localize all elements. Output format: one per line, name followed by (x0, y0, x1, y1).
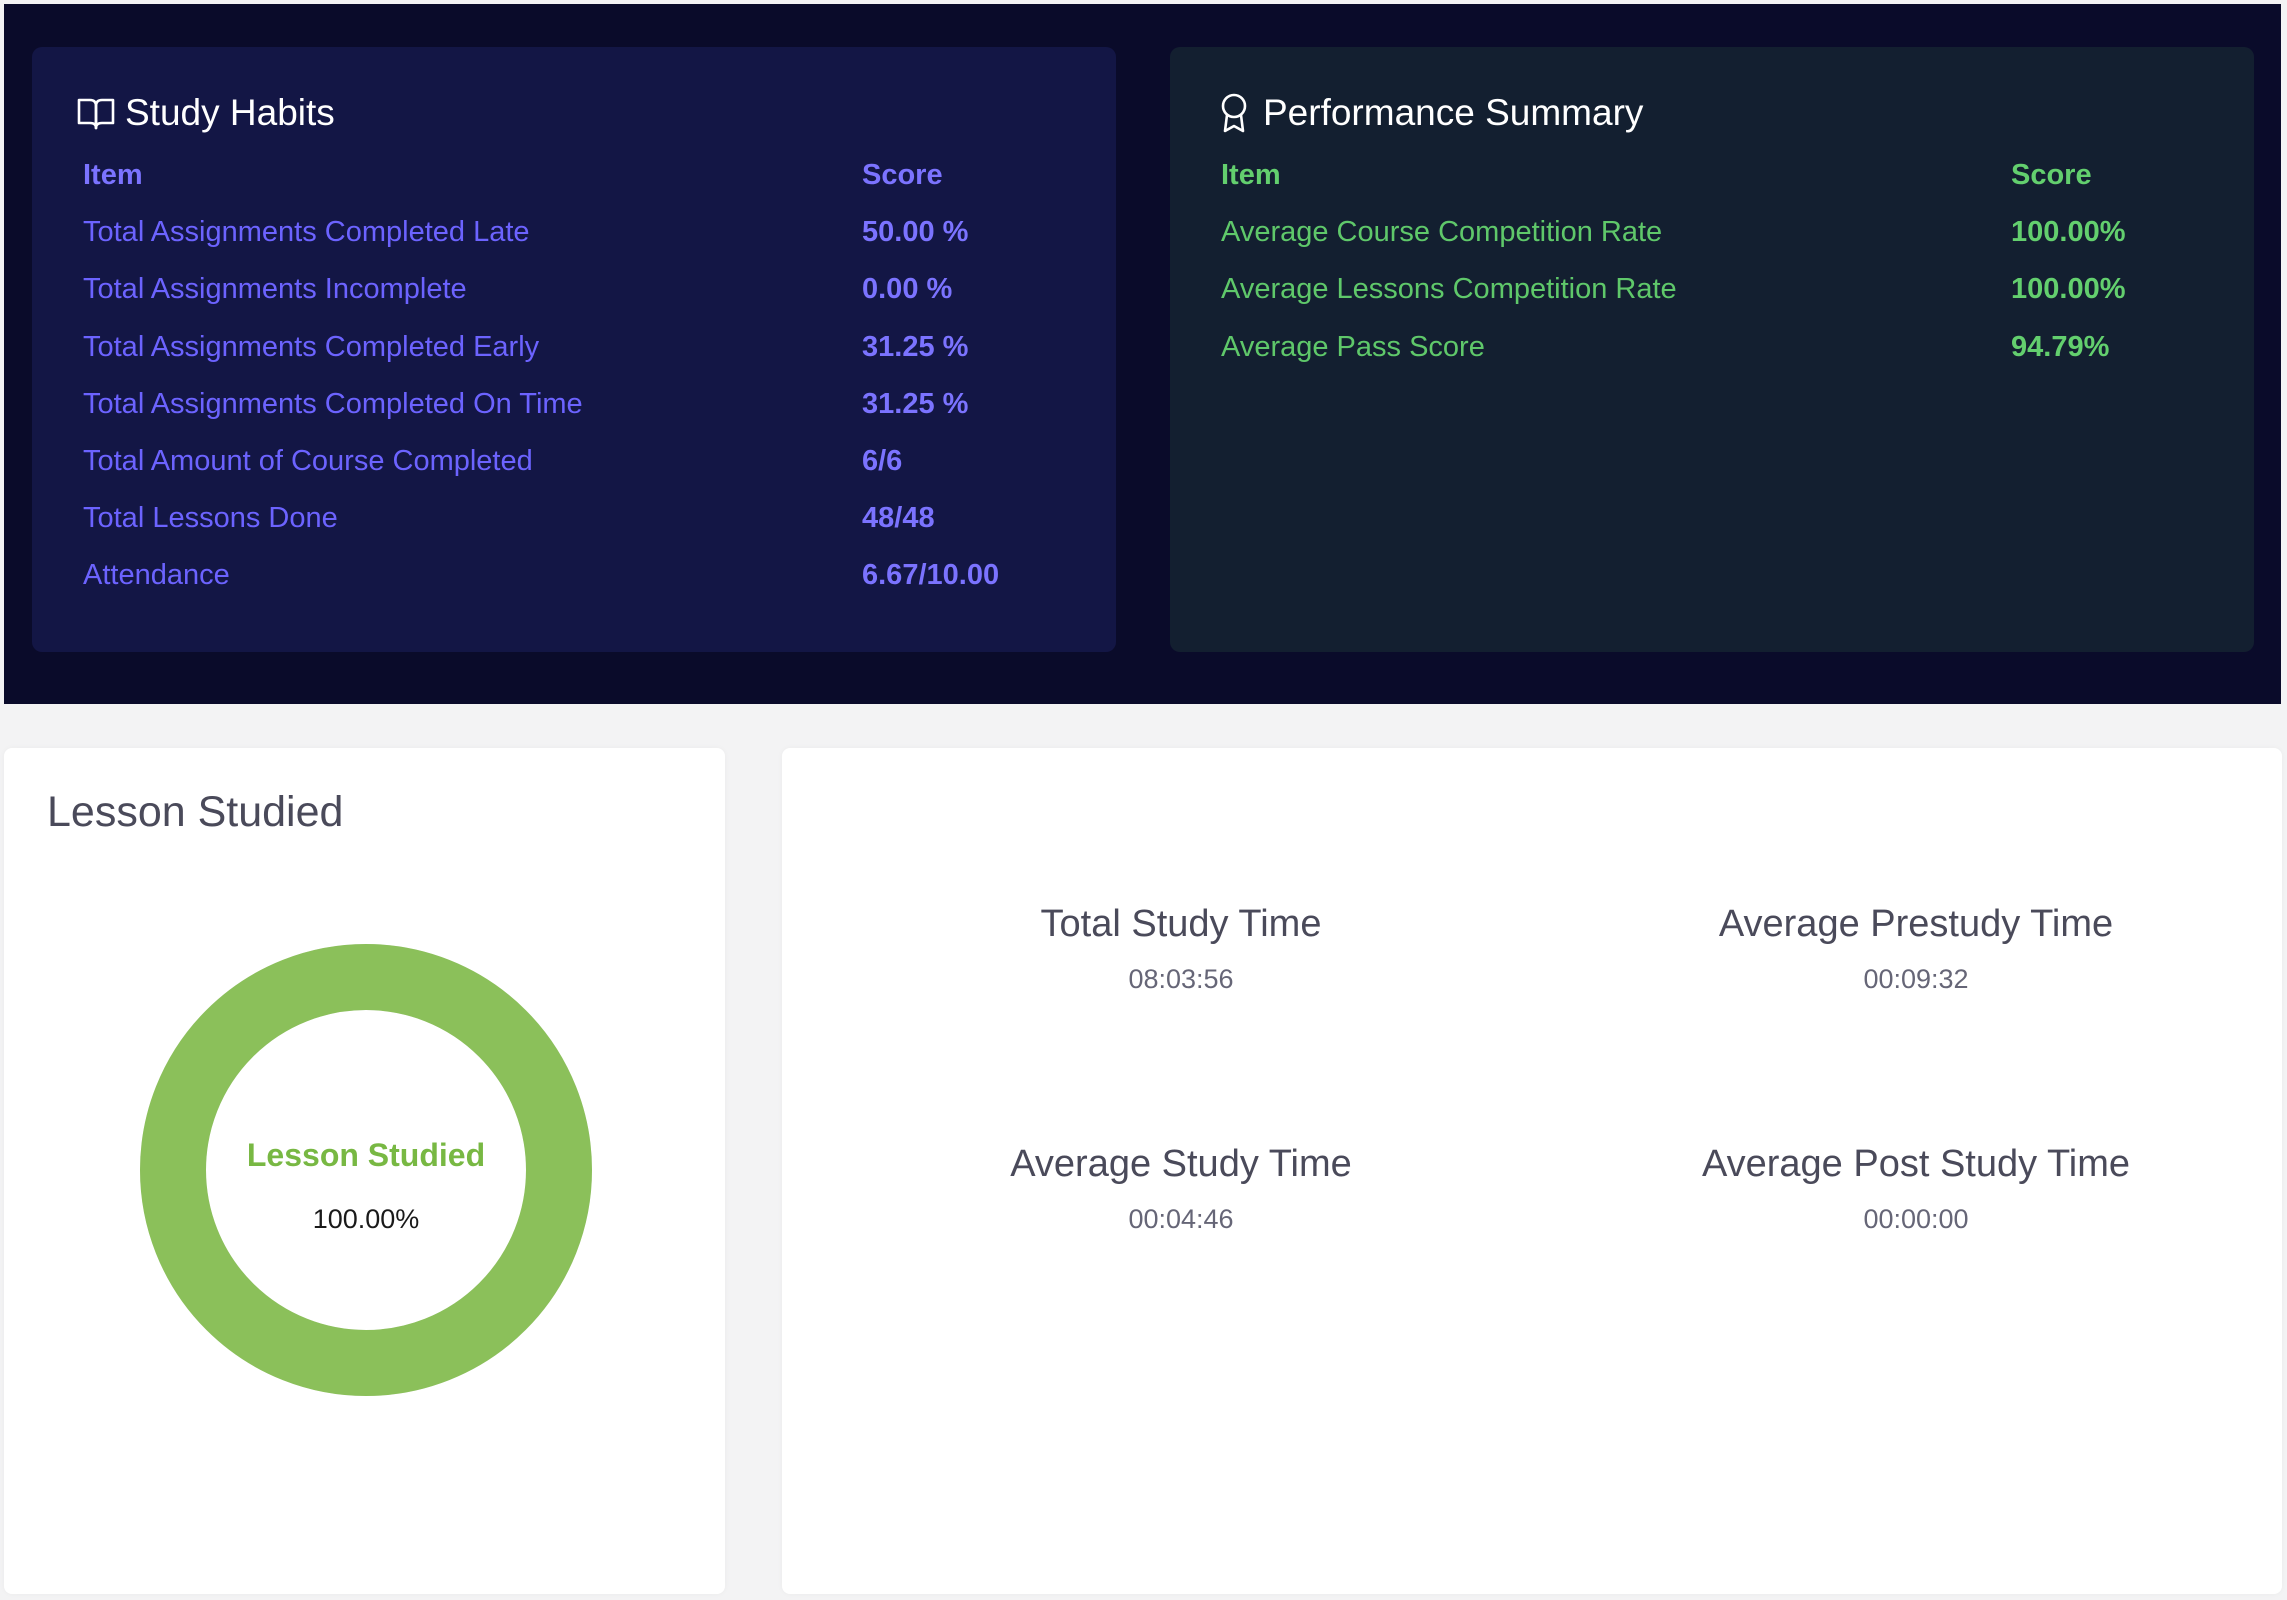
row-score: 100.00% (2011, 216, 2126, 249)
stat-label: Average Post Study Time (1701, 1143, 2131, 1185)
row-item: Average Pass Score (1221, 330, 1485, 363)
study-habits-title-text: Study Habits (125, 92, 335, 133)
stat-value: 00:00:00 (1863, 1204, 1969, 1234)
column-header-score: Score (862, 159, 943, 191)
total-study-time: Total Study Time 08:03:56 (871, 903, 1491, 995)
table-row: Total Lessons Done 48/48 (83, 502, 1083, 559)
summary-band: Study Habits Item Score Total Assignment… (4, 4, 2281, 704)
stat-label: Average Prestudy Time (1718, 903, 2114, 945)
row-item: Total Assignments Completed On Time (83, 387, 583, 420)
stat-value: 08:03:56 (1128, 964, 1234, 994)
row-item: Average Lessons Competition Rate (1221, 273, 1677, 306)
column-header-item: Item (83, 159, 143, 191)
row-item: Average Course Competition Rate (1221, 216, 1663, 249)
row-item: Total Assignments Incomplete (83, 273, 467, 306)
donut-center-value: 100.00% (312, 1204, 420, 1234)
row-score: 6/6 (862, 444, 903, 477)
stat-value: 00:04:46 (1128, 1204, 1234, 1234)
table-header: Item Score (1221, 159, 2221, 216)
study-habits-title: Study Habits (75, 92, 335, 134)
table-row: Total Assignments Completed On Time 31.2… (83, 388, 1083, 445)
row-score: 6.67/10.00 (862, 559, 1000, 592)
row-score: 31.25 % (862, 387, 969, 420)
column-header-item: Item (1221, 159, 1281, 191)
column-header-score: Score (2011, 159, 2092, 191)
table-row: Attendance 6.67/10.00 (83, 559, 1083, 616)
average-prestudy-time: Average Prestudy Time 00:09:32 (1606, 903, 2226, 995)
stat-label: Total Study Time (1040, 903, 1322, 945)
table-row: Total Assignments Completed Late 50.00 % (83, 216, 1083, 273)
row-item: Total Lessons Done (83, 502, 338, 535)
table-row: Average Course Competition Rate 100.00% (1221, 216, 2221, 273)
table-row: Total Assignments Incomplete 0.00 % (83, 273, 1083, 330)
stat-label: Average Study Time (1010, 1143, 1352, 1185)
donut-center-label: Lesson Studied (246, 1137, 486, 1173)
row-item: Total Assignments Completed Early (83, 330, 540, 363)
row-score: 100.00% (2011, 273, 2126, 306)
stat-value: 00:09:32 (1863, 964, 1969, 994)
row-score: 31.25 % (862, 330, 969, 363)
table-row: Average Pass Score 94.79% (1221, 331, 2221, 388)
table-row: Total Assignments Completed Early 31.25 … (83, 331, 1083, 388)
row-item: Total Assignments Completed Late (83, 216, 530, 249)
row-score: 50.00 % (862, 216, 969, 249)
study-habits-table: Item Score Total Assignments Completed L… (83, 159, 1083, 617)
study-habits-panel: Study Habits Item Score Total Assignment… (32, 47, 1116, 652)
average-study-time: Average Study Time 00:04:46 (871, 1143, 1491, 1235)
table-header: Item Score (83, 159, 1083, 216)
row-score: 48/48 (862, 502, 935, 535)
lesson-studied-title: Lesson Studied (47, 788, 344, 836)
row-score: 0.00 % (862, 273, 953, 306)
table-row: Total Amount of Course Completed 6/6 (83, 445, 1083, 502)
lesson-studied-card: Lesson Studied Lesson Studied 100.00% (4, 748, 725, 1594)
performance-summary-title: Performance Summary (1213, 92, 1643, 134)
row-item: Attendance (83, 559, 230, 592)
performance-summary-table: Item Score Average Course Competition Ra… (1221, 159, 2221, 388)
performance-summary-title-text: Performance Summary (1263, 92, 1644, 133)
row-item: Total Amount of Course Completed (83, 444, 533, 477)
row-score: 94.79% (2011, 330, 2110, 363)
study-times-card: Total Study Time 08:03:56 Average Prestu… (782, 748, 2282, 1594)
lesson-studied-donut: Lesson Studied 100.00% (140, 944, 592, 1396)
table-row: Average Lessons Competition Rate 100.00% (1221, 273, 2221, 330)
performance-summary-panel: Performance Summary Item Score Average C… (1170, 47, 2254, 652)
average-post-study-time: Average Post Study Time 00:00:00 (1606, 1143, 2226, 1235)
book-open-icon (75, 92, 117, 134)
award-icon (1213, 92, 1255, 134)
